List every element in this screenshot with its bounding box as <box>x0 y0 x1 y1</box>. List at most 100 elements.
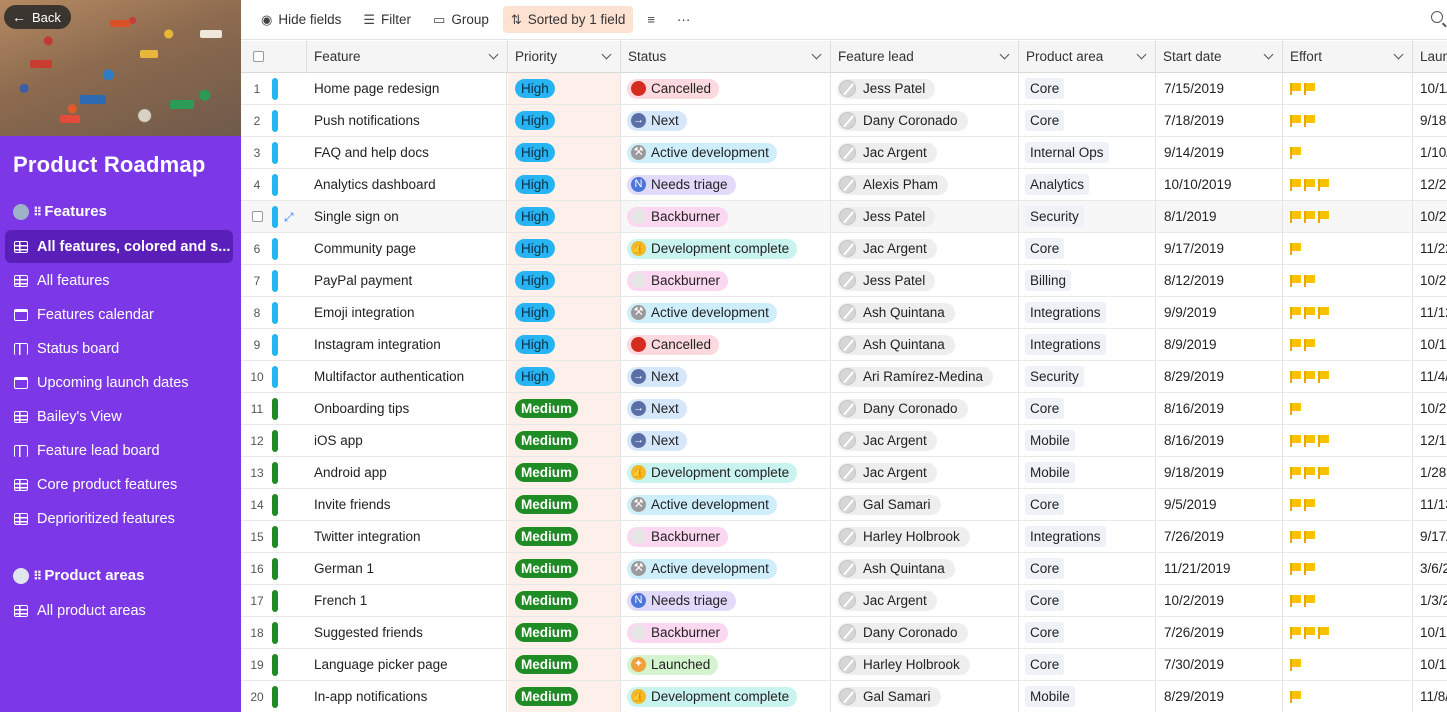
launch-date-cell[interactable]: 12/13 <box>1413 425 1447 456</box>
launch-date-cell[interactable]: 1/10/ <box>1413 137 1447 168</box>
status-cell[interactable]: Backburner <box>621 265 831 296</box>
effort-cell[interactable] <box>1283 201 1413 232</box>
feature-cell[interactable]: Community page <box>307 233 507 264</box>
table-row[interactable]: 1 Home page redesign High Cancelled Jess Pat… <box>241 73 1447 105</box>
table-row[interactable]: ⤢ Single sign on High Backburner Jess Patel S… <box>241 201 1447 233</box>
feature-cell[interactable]: Onboarding tips <box>307 393 507 424</box>
effort-cell[interactable] <box>1283 233 1413 264</box>
effort-cell[interactable] <box>1283 329 1413 360</box>
priority-cell[interactable]: Medium <box>508 393 621 424</box>
feature-lead-cell[interactable]: Dany Coronado <box>831 105 1019 136</box>
product-area-cell[interactable]: Mobile <box>1019 425 1156 456</box>
status-cell[interactable]: ✦ Launched <box>621 649 831 680</box>
priority-cell[interactable]: Medium <box>508 425 621 456</box>
table-row[interactable]: 11 Onboarding tips Medium → Next Dany Coronad… <box>241 393 1447 425</box>
status-cell[interactable]: ⚒ Active development <box>621 137 831 168</box>
drag-handle-icon[interactable]: ⠿ <box>33 205 42 219</box>
status-cell[interactable]: → Next <box>621 361 831 392</box>
column-header-launch[interactable]: Laun <box>1413 41 1447 73</box>
feature-lead-cell[interactable]: Jess Patel <box>831 201 1019 232</box>
product-area-cell[interactable]: Internal Ops <box>1019 137 1156 168</box>
launch-date-cell[interactable]: 10/2 <box>1413 201 1447 232</box>
product-area-cell[interactable]: Core <box>1019 73 1156 104</box>
priority-cell[interactable]: Medium <box>508 553 621 584</box>
launch-date-cell[interactable]: 10/12 <box>1413 617 1447 648</box>
product-area-cell[interactable]: Integrations <box>1019 329 1156 360</box>
sidebar-view-item[interactable]: All features, colored and s... <box>5 230 233 263</box>
feature-lead-cell[interactable]: Gal Samari <box>831 681 1019 712</box>
launch-date-cell[interactable]: 11/13 <box>1413 489 1447 520</box>
column-header-feature-lead[interactable]: Feature lead <box>831 41 1019 73</box>
feature-cell[interactable]: Suggested friends <box>307 617 507 648</box>
sort-button[interactable]: ⇅ Sorted by 1 field <box>502 6 634 33</box>
row-checkbox[interactable] <box>252 211 263 222</box>
effort-cell[interactable] <box>1283 169 1413 200</box>
effort-cell[interactable] <box>1283 265 1413 296</box>
search-icon[interactable] <box>1431 11 1443 23</box>
feature-cell[interactable]: Android app <box>307 457 507 488</box>
start-date-cell[interactable]: 9/5/2019 <box>1156 489 1283 520</box>
launch-date-cell[interactable]: 9/17/ <box>1413 521 1447 552</box>
section-header[interactable]: ⠿ Features <box>13 203 107 220</box>
sidebar-view-item[interactable]: All features <box>5 264 233 297</box>
feature-lead-cell[interactable]: Alexis Pham <box>831 169 1019 200</box>
launch-date-cell[interactable]: 1/3/2 <box>1413 585 1447 616</box>
feature-lead-cell[interactable]: Jac Argent <box>831 233 1019 264</box>
column-header-status[interactable]: Status <box>621 41 831 73</box>
priority-cell[interactable]: High <box>508 233 621 264</box>
start-date-cell[interactable]: 7/26/2019 <box>1156 617 1283 648</box>
more-options-button[interactable]: ··· <box>669 6 699 33</box>
effort-cell[interactable] <box>1283 137 1413 168</box>
table-row[interactable]: 14 Invite friends Medium ⚒ Active developmen… <box>241 489 1447 521</box>
start-date-cell[interactable]: 8/29/2019 <box>1156 681 1283 712</box>
feature-lead-cell[interactable]: Jac Argent <box>831 137 1019 168</box>
launch-date-cell[interactable]: 1/28 <box>1413 457 1447 488</box>
status-cell[interactable]: N Needs triage <box>621 169 831 200</box>
priority-cell[interactable]: Medium <box>508 585 621 616</box>
status-cell[interactable]: Cancelled <box>621 329 831 360</box>
table-row[interactable]: 3 FAQ and help docs High ⚒ Active developmen… <box>241 137 1447 169</box>
feature-lead-cell[interactable]: Dany Coronado <box>831 617 1019 648</box>
feature-lead-cell[interactable]: Harley Holbrook <box>831 649 1019 680</box>
table-row[interactable]: 13 Android app Medium 👍 Development complete… <box>241 457 1447 489</box>
launch-date-cell[interactable]: 10/1/ <box>1413 73 1447 104</box>
start-date-cell[interactable]: 10/2/2019 <box>1156 585 1283 616</box>
effort-cell[interactable] <box>1283 73 1413 104</box>
launch-date-cell[interactable]: 10/1 <box>1413 649 1447 680</box>
start-date-cell[interactable]: 8/16/2019 <box>1156 425 1283 456</box>
feature-lead-cell[interactable]: Jac Argent <box>831 585 1019 616</box>
product-area-cell[interactable]: Security <box>1019 201 1156 232</box>
feature-cell[interactable]: French 1 <box>307 585 507 616</box>
launch-date-cell[interactable]: 11/22 <box>1413 233 1447 264</box>
start-date-cell[interactable]: 8/1/2019 <box>1156 201 1283 232</box>
priority-cell[interactable]: High <box>508 73 621 104</box>
table-row[interactable]: 16 German 1 Medium ⚒ Active development Ash Q… <box>241 553 1447 585</box>
feature-lead-cell[interactable]: Jess Patel <box>831 73 1019 104</box>
start-date-cell[interactable]: 8/9/2019 <box>1156 329 1283 360</box>
priority-cell[interactable]: High <box>508 137 621 168</box>
start-date-cell[interactable]: 9/18/2019 <box>1156 457 1283 488</box>
product-area-cell[interactable]: Core <box>1019 617 1156 648</box>
table-row[interactable]: 18 Suggested friends Medium Backburner Dany … <box>241 617 1447 649</box>
priority-cell[interactable]: Medium <box>508 617 621 648</box>
start-date-cell[interactable]: 8/29/2019 <box>1156 361 1283 392</box>
start-date-cell[interactable]: 7/15/2019 <box>1156 73 1283 104</box>
product-area-cell[interactable]: Core <box>1019 553 1156 584</box>
product-area-cell[interactable]: Core <box>1019 233 1156 264</box>
effort-cell[interactable] <box>1283 617 1413 648</box>
priority-cell[interactable]: Medium <box>508 681 621 712</box>
filter-button[interactable]: ☰ Filter <box>355 6 419 33</box>
table-row[interactable]: 6 Community page High 👍 Development complete… <box>241 233 1447 265</box>
table-row[interactable]: 9 Instagram integration High Cancelled Ash Q… <box>241 329 1447 361</box>
launch-date-cell[interactable]: 12/2 <box>1413 169 1447 200</box>
sidebar-view-item[interactable]: Core product features <box>5 468 233 501</box>
effort-cell[interactable] <box>1283 521 1413 552</box>
product-area-cell[interactable]: Core <box>1019 393 1156 424</box>
sidebar-view-item[interactable]: Feature lead board <box>5 434 233 467</box>
effort-cell[interactable] <box>1283 297 1413 328</box>
sidebar-view-item[interactable]: Bailey's View <box>5 400 233 433</box>
effort-cell[interactable] <box>1283 457 1413 488</box>
feature-lead-cell[interactable]: Ash Quintana <box>831 297 1019 328</box>
status-cell[interactable]: 👍 Development complete <box>621 457 831 488</box>
feature-cell[interactable]: Emoji integration <box>307 297 507 328</box>
